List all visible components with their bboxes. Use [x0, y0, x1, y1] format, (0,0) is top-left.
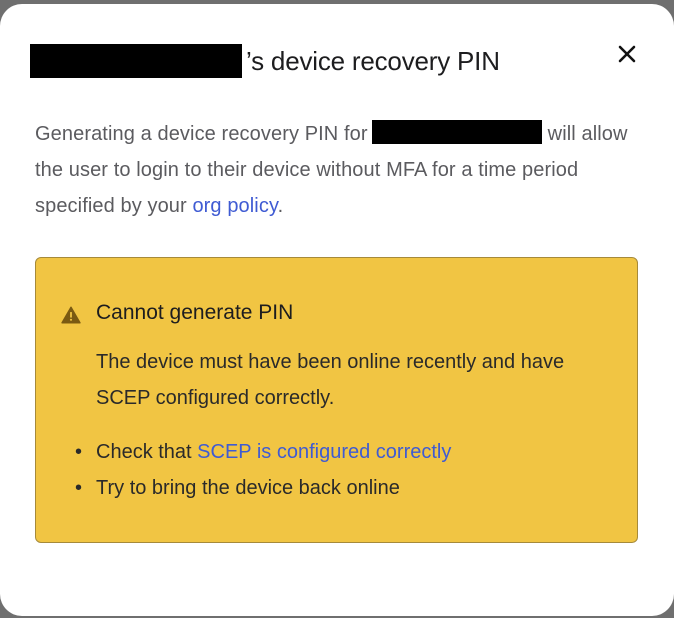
dialog-title-text: ’s device recovery PIN [246, 45, 500, 76]
alert-list-item: • Try to bring the device back online [75, 477, 400, 499]
alert-body: The device must have been online recentl… [96, 351, 565, 409]
redacted-user-name-inline [371, 120, 542, 144]
warning-triangle-icon [61, 306, 81, 324]
description-text-1: Generating a device recovery PIN for [35, 123, 368, 145]
alert-list-item-text: Check that [96, 441, 198, 463]
dialog-description: Generating a device recovery PIN for will… [35, 116, 645, 224]
org-policy-link[interactable]: org policy [192, 195, 277, 217]
close-button[interactable] [613, 40, 641, 68]
warning-alert: Cannot generate PIN The device must have… [35, 257, 638, 543]
dialog-title: ’s device recovery PIN [30, 42, 500, 80]
scep-configured-link[interactable]: SCEP is configured correctly [197, 441, 451, 463]
alert-list: • Check that SCEP is configured correctl… [75, 434, 452, 506]
redacted-user-name [30, 44, 242, 78]
close-icon [618, 45, 636, 63]
alert-list-item-text: Try to bring the device back online [96, 477, 400, 499]
recovery-pin-dialog: ’s device recovery PIN Generating a devi… [0, 4, 674, 616]
alert-heading: Cannot generate PIN [96, 301, 294, 324]
description-text-3: . [277, 195, 284, 217]
alert-list-item: • Check that SCEP is configured correctl… [75, 441, 452, 463]
